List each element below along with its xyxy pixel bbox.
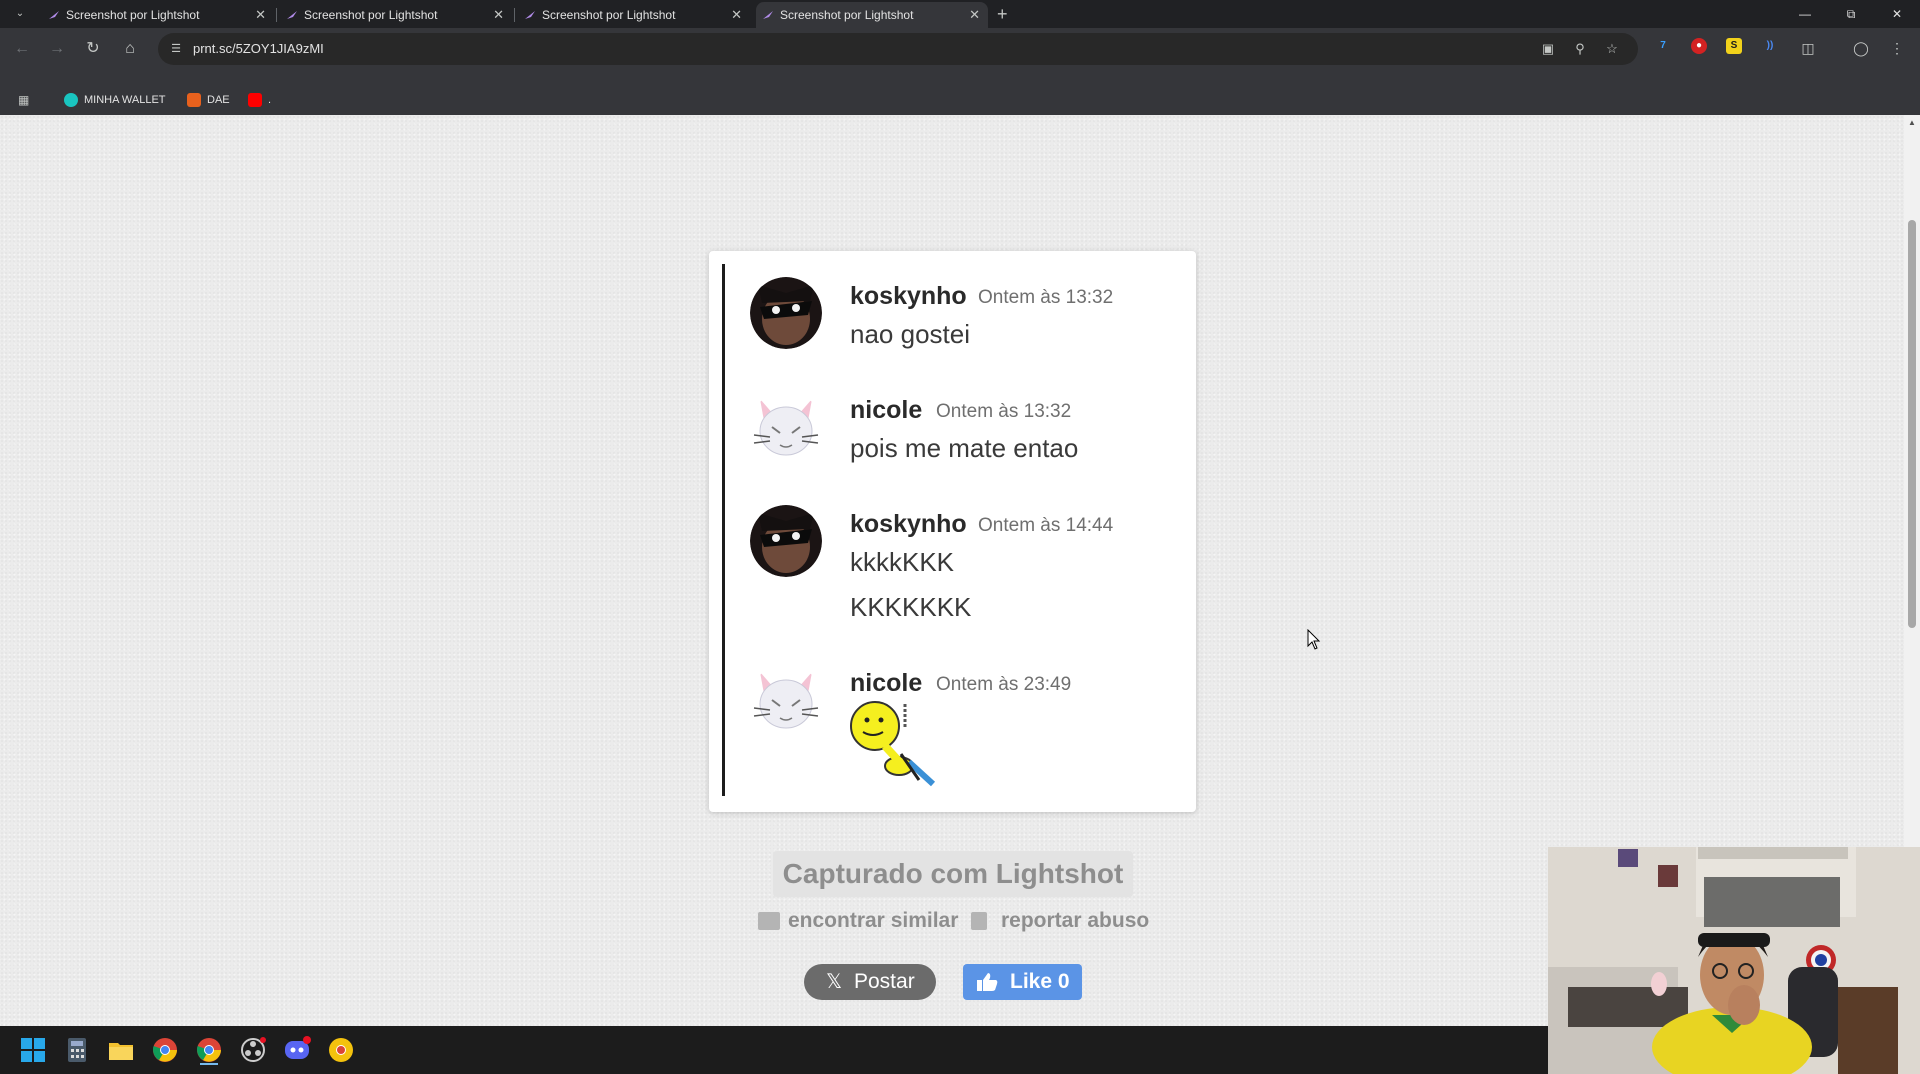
bookmark-minha-wallet[interactable]: MINHA WALLET [64,90,166,110]
red-extension-icon[interactable]: ● [1691,38,1707,54]
white-cat-avatar [750,391,822,463]
webcam-overlay [1548,847,1920,1074]
post-label: Postar [854,970,915,993]
message-timestamp: Ontem às 14:44 [978,515,1114,536]
screenshot-left-border [722,264,725,796]
lightshot-feather-icon [49,11,59,19]
username: koskynho [850,282,967,310]
tab-separator [514,8,515,22]
smiley-knife-sticker [850,701,936,787]
message-timestamp: Ontem às 13:32 [978,287,1114,308]
message-text: KKKKKKK [850,592,972,622]
bookmark-label: . [268,94,272,106]
post-to-x-button[interactable]: 𝕏 Postar [804,964,936,1000]
tab-strip: ⌄ Screenshot por Lightshot ✕ Screenshot … [0,0,1920,28]
youtube-icon [248,93,262,107]
username: nicole [850,396,923,424]
windows-taskbar [0,1026,1548,1074]
mouse-cursor-icon [1307,629,1321,650]
message-text: nao gostei [850,319,970,349]
translate-extension-icon[interactable]: 7 [1655,38,1671,54]
url-text[interactable]: prnt.sc/5ZOY1JIA9zMI [193,33,324,65]
chrome-canary-icon[interactable] [326,1035,356,1065]
screenshot-image: koskynho Ontem às 13:32 nao gostei nicol… [709,251,1196,812]
minimize-icon[interactable]: — [1782,0,1828,28]
clipboard-icon [971,912,987,930]
reload-icon[interactable]: ↻ [80,37,106,61]
tab-2[interactable]: Screenshot por Lightshot ✕ [280,2,512,28]
calculator-icon[interactable] [62,1035,92,1065]
site-settings-icon[interactable]: ☰ [168,41,184,57]
home-icon[interactable]: ⌂ [117,37,143,61]
tab-title: Screenshot por Lightshot [304,8,438,22]
white-cat-avatar [750,664,822,736]
message-timestamp: Ontem às 13:32 [936,401,1072,422]
yellow-extension-icon[interactable]: S [1726,38,1742,54]
report-abuse-link[interactable]: reportar abuso [971,907,1149,935]
windows-start-icon[interactable] [18,1035,48,1065]
facebook-like-button[interactable]: Like 0 [963,964,1082,1000]
tab-title: Screenshot por Lightshot [66,8,200,22]
tab-1[interactable]: Screenshot por Lightshot ✕ [42,2,274,28]
webcam-video-feed [1548,847,1920,1074]
lightshot-feather-icon [763,11,773,19]
menu-kebab-icon[interactable]: ⋮ [1886,37,1908,59]
apps-grid-icon[interactable]: ▦ [18,93,32,107]
tab-4-active[interactable]: Screenshot por Lightshot ✕ [756,2,988,28]
message-text: kkkkKKK [850,547,955,577]
chrome-profile-icon[interactable] [194,1035,224,1065]
wallet-icon [64,93,78,107]
lightshot-feather-icon [525,11,535,19]
bookmarks-bar: ▦ MINHA WALLET DAE . [0,86,1920,115]
profile-icon[interactable]: ◯ [1850,37,1872,59]
username: nicole [850,669,923,697]
close-window-icon[interactable]: ✕ [1874,0,1920,28]
thumbs-up-icon [977,973,998,991]
audio-extension-icon[interactable]: )) [1762,38,1778,54]
chrome-icon[interactable] [150,1035,180,1065]
scroll-up-arrow-icon[interactable]: ▲ [1908,118,1916,127]
bookmark-dae[interactable]: DAE [187,90,230,110]
tab-3[interactable]: Screenshot por Lightshot ✕ [518,2,750,28]
tab-title: Screenshot por Lightshot [542,8,676,22]
close-tab-icon[interactable]: ✕ [493,2,504,28]
report-abuse-label: reportar abuso [1001,909,1150,932]
bookmark-youtube[interactable]: . [248,90,271,110]
close-tab-icon[interactable]: ✕ [731,2,742,28]
tab-title: Screenshot por Lightshot [780,8,914,22]
back-arrow-icon[interactable]: ← [9,37,35,61]
camera-icon [758,912,780,930]
masked-hero-avatar [750,505,822,577]
install-app-icon[interactable]: ▣ [1540,41,1556,57]
zoom-icon[interactable]: ⚲ [1572,41,1588,57]
obs-app-icon[interactable] [238,1035,268,1065]
discord-icon[interactable] [282,1035,312,1065]
tab-search-chevron-icon[interactable]: ⌄ [8,4,32,24]
like-label: Like 0 [1010,970,1070,993]
restore-icon[interactable]: ⧉ [1828,0,1874,28]
message-timestamp: Ontem às 23:49 [936,674,1072,695]
address-bar[interactable]: ☰ prnt.sc/5ZOY1JIA9zMI ▣ ⚲ ☆ [158,33,1638,65]
new-tab-button[interactable]: + [997,2,1008,26]
username: koskynho [850,510,967,538]
tab-separator [276,8,277,22]
bookmark-label: DAE [207,94,230,106]
message-text: pois me mate entao [850,433,1079,463]
forward-arrow-icon[interactable]: → [44,37,70,61]
close-tab-icon[interactable]: ✕ [969,2,980,28]
captured-with-lightshot-label: Capturado com Lightshot [773,851,1133,897]
bookmark-label: MINHA WALLET [84,94,166,106]
find-similar-label: encontrar similar [788,909,959,932]
x-logo-icon: 𝕏 [826,971,843,993]
extensions-puzzle-icon[interactable]: ◫ [1797,37,1819,59]
dae-icon [187,93,201,107]
find-similar-link[interactable]: encontrar similar [758,907,958,935]
bookmark-star-icon[interactable]: ☆ [1604,41,1620,57]
browser-toolbar: ← → ↻ ⌂ ☰ prnt.sc/5ZOY1JIA9zMI ▣ ⚲ ☆ 7 ●… [0,28,1920,86]
lightshot-feather-icon [287,11,297,19]
close-tab-icon[interactable]: ✕ [255,2,266,28]
scrollbar-thumb[interactable] [1908,220,1916,628]
file-explorer-icon[interactable] [106,1035,136,1065]
masked-hero-avatar [750,277,822,349]
